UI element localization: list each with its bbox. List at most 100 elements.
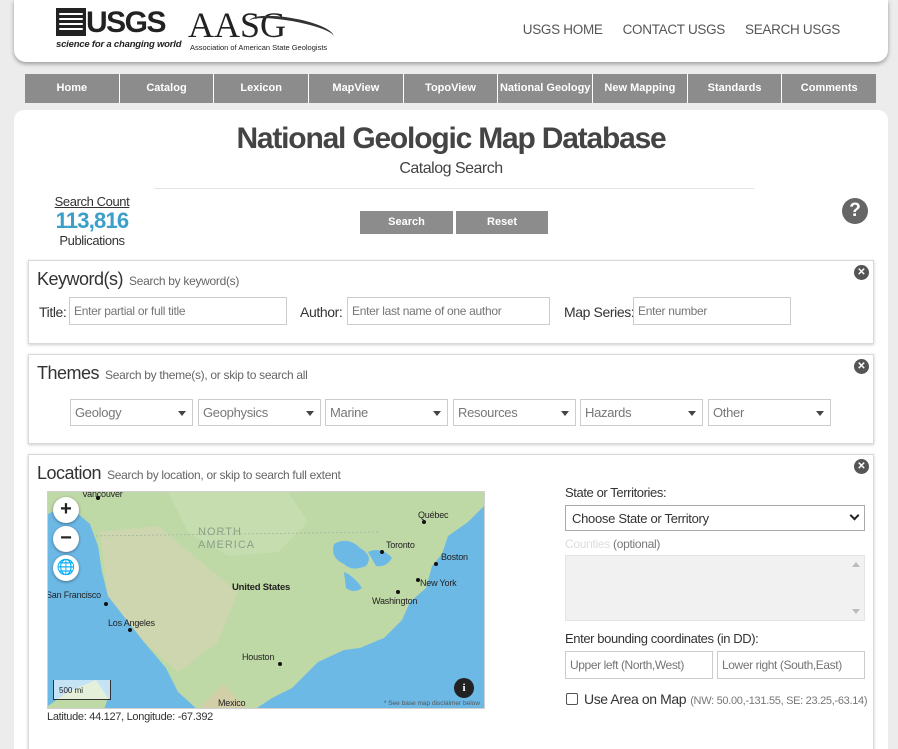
location-panel: Location Search by location, or skip to s…: [28, 454, 874, 749]
themes-close-icon[interactable]: ✕: [854, 359, 869, 374]
main-content: National Geologic Map Database Catalog S…: [14, 110, 888, 749]
nav-national-geology[interactable]: National Geology: [498, 74, 594, 103]
globe-icon[interactable]: 🌐: [53, 555, 79, 581]
map-label-los-angeles: Los Angeles: [108, 618, 155, 628]
info-icon[interactable]: i: [454, 678, 474, 698]
location-hint: Search by location, or skip to search fu…: [107, 468, 341, 482]
caret-down-icon: [433, 411, 441, 416]
aasg-tagline: Association of American State Geologists: [190, 43, 328, 52]
themes-hint: Search by theme(s), or skip to search al…: [105, 368, 308, 382]
title-divider: [154, 188, 754, 189]
counties-optional: (optional): [613, 537, 661, 551]
nav-comments[interactable]: Comments: [782, 74, 877, 103]
map-city-dot: [278, 662, 282, 666]
nav-lexicon[interactable]: Lexicon: [214, 74, 310, 103]
theme-other-select[interactable]: Other: [708, 399, 831, 426]
aasg-logo[interactable]: AASG Association of American State Geolo…: [188, 4, 348, 54]
use-area-label: Use Area on Map (NW: 50.00,-131.55, SE: 2…: [584, 691, 868, 707]
theme-geology-select[interactable]: Geology: [70, 399, 193, 426]
use-area-text: Use Area on Map: [584, 691, 687, 707]
page-subtitle: Catalog Search: [399, 160, 503, 177]
coordinate-readout: Latitude: 44.127, Longitude: -67.392: [47, 711, 213, 723]
state-select[interactable]: Choose State or Territory: [565, 505, 865, 531]
reset-button[interactable]: Reset: [455, 211, 548, 234]
state-select-value: Choose State or Territory: [572, 511, 709, 526]
upper-left-input[interactable]: [565, 651, 713, 679]
map-series-label: Map Series:: [564, 304, 635, 320]
counties-list[interactable]: [565, 555, 865, 621]
keywords-close-icon[interactable]: ✕: [854, 265, 869, 280]
lower-right-input[interactable]: [717, 651, 865, 679]
nav-new-mapping[interactable]: New Mapping: [593, 74, 688, 103]
title-input[interactable]: [69, 297, 287, 325]
keywords-panel: Keyword(s) Search by keyword(s) ✕ Title: …: [28, 260, 874, 344]
theme-hazards-select[interactable]: Hazards: [580, 399, 703, 426]
bbox-label: Enter bounding coordinates (in DD):: [565, 631, 759, 646]
map-city-dot: [422, 520, 426, 524]
nav-home[interactable]: Home: [25, 74, 120, 103]
zoom-out-button[interactable]: −: [53, 526, 79, 552]
use-area-checkbox[interactable]: [566, 693, 578, 705]
search-count: Search Count 113,816 Publications: [42, 194, 142, 248]
themes-panel: Themes Search by theme(s), or skip to sea…: [28, 354, 874, 444]
author-input[interactable]: [347, 297, 550, 325]
author-label: Author:: [300, 304, 343, 320]
help-icon[interactable]: ?: [842, 198, 868, 224]
map-label-san-francisco: San Francisco: [47, 590, 101, 600]
map-label-north-america: NORTH AMERICA: [198, 526, 256, 551]
nav-standards[interactable]: Standards: [687, 74, 783, 103]
map-city-dot: [416, 578, 420, 582]
map-city-dot: [104, 602, 108, 606]
search-count-value: 113,816: [55, 208, 130, 233]
location-map[interactable]: Vancouver Québec NORTH AMERICA Toronto B…: [47, 491, 485, 709]
location-close-icon[interactable]: ✕: [854, 459, 869, 474]
map-basemap: [48, 492, 484, 708]
scroll-down-icon[interactable]: [852, 609, 860, 614]
map-label-boston: Boston: [441, 552, 468, 562]
scroll-up-icon[interactable]: [852, 562, 860, 567]
theme-hazards-value: Hazards: [585, 405, 632, 420]
caret-down-icon: [816, 411, 824, 416]
map-city-dot: [396, 590, 400, 594]
themes-title: Themes Search by theme(s), or skip to sea…: [37, 363, 308, 384]
map-label-quebec: Québec: [418, 510, 449, 520]
map-label-vancouver: Vancouver: [82, 491, 123, 499]
site-header: USGS science for a changing world AASG A…: [14, 0, 888, 62]
usgs-logo-text: USGS: [86, 6, 167, 39]
theme-geophysics-select[interactable]: Geophysics: [198, 399, 321, 426]
search-usgs-link[interactable]: SEARCH USGS: [745, 22, 840, 37]
caret-down-icon: [561, 411, 569, 416]
search-count-label[interactable]: Search Count: [42, 194, 142, 209]
nav-catalog[interactable]: Catalog: [119, 74, 215, 103]
map-city-dot: [380, 550, 384, 554]
map-city-dot: [96, 496, 100, 500]
keywords-heading: Keyword(s): [37, 269, 124, 289]
theme-marine-select[interactable]: Marine: [325, 399, 448, 426]
caret-down-icon: [688, 411, 696, 416]
location-title: Location Search by location, or skip to s…: [37, 463, 341, 484]
keywords-hint: Search by keyword(s): [129, 274, 240, 288]
search-button[interactable]: Search: [360, 211, 453, 234]
map-label-new-york: New York: [420, 578, 457, 588]
zoom-in-button[interactable]: +: [53, 497, 79, 523]
usgs-logo[interactable]: USGS science for a changing world: [56, 6, 182, 52]
theme-resources-select[interactable]: Resources: [453, 399, 576, 426]
map-scale-bar: 500 mi: [53, 680, 111, 700]
caret-down-icon: [178, 411, 186, 416]
map-label-mexico: Mexico: [218, 698, 246, 708]
map-series-input[interactable]: [633, 297, 791, 325]
location-heading: Location: [37, 463, 102, 483]
use-area-note: (NW: 50.00,-131.55, SE: 23.25,-63.14): [690, 695, 868, 707]
nav-mapview[interactable]: MapView: [309, 74, 404, 103]
theme-resources-value: Resources: [458, 405, 518, 420]
caret-down-icon: [306, 411, 314, 416]
nav-topoview[interactable]: TopoView: [403, 74, 499, 103]
map-city-dot: [128, 628, 132, 632]
map-city-dot: [434, 562, 438, 566]
counties-label: Counties (optional): [565, 537, 660, 551]
page-title: National Geologic Map Database: [236, 122, 666, 155]
map-label-houston: Houston: [242, 652, 275, 662]
contact-usgs-link[interactable]: CONTACT USGS: [623, 22, 726, 37]
usgs-home-link[interactable]: USGS HOME: [523, 22, 603, 37]
title-label: Title:: [39, 304, 67, 320]
